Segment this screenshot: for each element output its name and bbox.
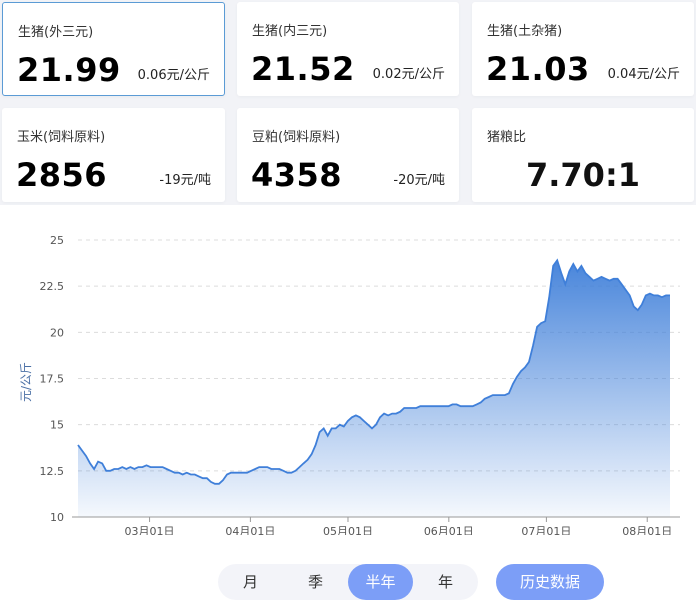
card-name: 生猪(土杂猪): [487, 24, 563, 39]
card-name: 豆粕(饲料原料): [252, 130, 341, 145]
y-tick-label: 20: [50, 326, 64, 339]
y-tick-label: 25: [50, 234, 64, 247]
card-name: 生猪(外三元): [18, 25, 94, 40]
bottom-controls: 月 季 半年 年 历史数据: [0, 535, 696, 602]
price-chart[interactable]: 10 12.5 15 17.5 20 22.5 25 03月01日 04月01日 05月01日 06…: [0, 205, 696, 535]
y-tick-label: 22.5: [40, 280, 65, 293]
x-tick-label: 07月01日: [521, 525, 571, 535]
x-tick-label: 04月01日: [225, 525, 275, 535]
tab-month[interactable]: 月: [218, 564, 283, 600]
arrow-up-icon: [184, 19, 208, 37]
arrow-down-icon: [419, 124, 443, 142]
arrow-down-icon: [185, 124, 209, 142]
y-axis-label: 元/公斤: [19, 362, 33, 402]
x-tick-label: 03月01日: [125, 525, 175, 535]
card-soymeal[interactable]: 豆粕(饲料原料) 4358 -20元/吨: [237, 108, 459, 202]
card-change: -19元/吨: [159, 173, 211, 188]
y-tick-label: 10: [50, 511, 64, 524]
card-change: 0.06元/公斤: [137, 68, 210, 83]
card-price: 2856: [16, 156, 108, 194]
card-name: 猪粮比: [487, 130, 527, 145]
card-name: 生猪(内三元): [252, 24, 328, 39]
x-tick-label: 05月01日: [323, 525, 373, 535]
x-tick-label: 06月01日: [424, 525, 474, 535]
range-tabs: 月 季 半年 年: [218, 564, 478, 600]
tab-half-year[interactable]: 半年: [348, 564, 413, 600]
card-change: -20元/吨: [393, 173, 445, 188]
card-name: 玉米(饲料原料): [17, 130, 106, 145]
card-price: 21.99: [17, 51, 121, 89]
card-pig-inner[interactable]: 生猪(内三元) 21.52 0.02元/公斤: [237, 2, 459, 96]
history-data-button[interactable]: 历史数据: [496, 564, 604, 600]
area-fill: [78, 260, 670, 517]
card-price: 21.03: [486, 50, 590, 88]
y-tick-label: 17.5: [40, 373, 65, 386]
card-price: 21.52: [251, 50, 355, 88]
price-chart-svg: 10 12.5 15 17.5 20 22.5 25 03月01日 04月01日 05月01日 06…: [19, 234, 680, 535]
card-change: 0.02元/公斤: [372, 67, 445, 82]
ratio-value: 7.70:1: [525, 156, 640, 194]
tab-quarter[interactable]: 季: [283, 564, 348, 600]
card-pig-outer[interactable]: 生猪(外三元) 21.99 0.06元/公斤: [2, 2, 225, 96]
x-tick-label: 08月01日: [622, 525, 672, 535]
card-price: 4358: [251, 156, 343, 194]
card-pig-mixed[interactable]: 生猪(土杂猪) 21.03 0.04元/公斤: [472, 2, 694, 96]
y-tick-label: 15: [50, 419, 64, 432]
y-tick-label: 12.5: [40, 465, 65, 478]
arrow-up-icon: [419, 18, 443, 36]
card-hog-grain-ratio[interactable]: 猪粮比 7.70:1: [472, 108, 694, 202]
card-corn[interactable]: 玉米(饲料原料) 2856 -19元/吨: [2, 108, 225, 202]
tab-year[interactable]: 年: [413, 564, 478, 600]
card-change: 0.04元/公斤: [607, 67, 680, 82]
arrow-up-icon: [654, 18, 678, 36]
